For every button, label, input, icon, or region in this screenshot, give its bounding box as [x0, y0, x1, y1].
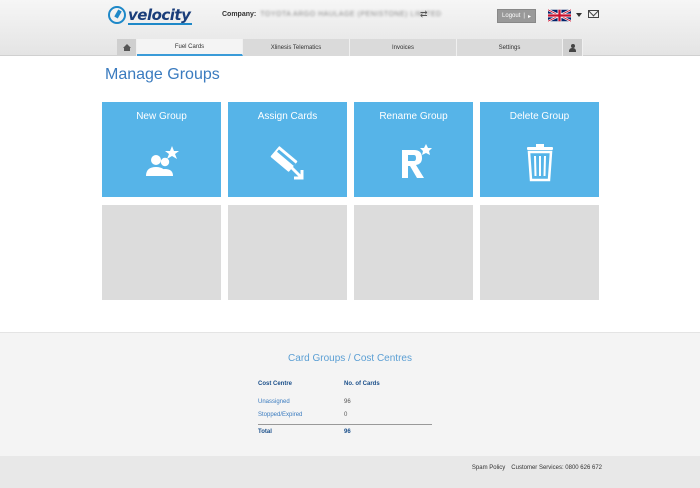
- tab-fuel-cards[interactable]: Fuel Cards: [137, 39, 243, 56]
- col-cost-centre: Cost Centre: [258, 380, 293, 387]
- total-label: Total: [258, 429, 272, 435]
- uk-flag-icon[interactable]: [548, 9, 571, 22]
- tab-telematics[interactable]: Xlinesis Telematics: [243, 39, 350, 56]
- velocity-logo[interactable]: velocity: [108, 4, 192, 26]
- page-title: Manage Groups: [105, 66, 220, 83]
- language-caret-icon[interactable]: [576, 13, 582, 17]
- new-group-tile[interactable]: New Group: [102, 102, 221, 197]
- empty-tile: [102, 205, 221, 300]
- swap-company-icon[interactable]: ⇄: [420, 9, 428, 20]
- table-row: Unassigned 96: [258, 395, 432, 408]
- summary-section: Card Groups / Cost Centres Cost Centre N…: [0, 332, 700, 456]
- r-star-icon: [401, 144, 432, 178]
- cost-centre-link[interactable]: Unassigned: [258, 399, 344, 405]
- assign-cards-tile[interactable]: Assign Cards: [228, 102, 347, 197]
- logout-label: Logout: [502, 13, 521, 19]
- tab-label: Invoices: [391, 44, 414, 51]
- footer-links: Spam Policy Customer Services: 0800 626 …: [472, 465, 602, 471]
- customer-services-text: Customer Services: 0800 626 672: [511, 465, 602, 471]
- main-nav: Fuel Cards Xlinesis Telematics Invoices …: [117, 39, 583, 56]
- table-row: Stopped/Expired 0: [258, 408, 432, 421]
- summary-title: Card Groups / Cost Centres: [288, 353, 412, 364]
- company-label: Company:: [222, 11, 257, 18]
- tab-label: Settings: [498, 44, 521, 51]
- rename-group-tile[interactable]: Rename Group: [354, 102, 473, 197]
- card-count: 0: [344, 411, 348, 418]
- top-header: velocity Company: TOYOTA ARGO HAULAGE (P…: [0, 0, 700, 56]
- cost-centre-table: Cost Centre No. of Cards Unassigned 96 S…: [258, 377, 432, 437]
- card-arrow-icon: [270, 146, 303, 180]
- tile-label: Assign Cards: [257, 111, 318, 122]
- company-name: TOYOTA ARGO HAULAGE (PENISTONE) LIMITED: [260, 11, 442, 18]
- users-star-icon: [145, 146, 179, 176]
- tile-label: Delete Group: [509, 111, 570, 122]
- cost-centre-link[interactable]: Stopped/Expired: [258, 412, 344, 418]
- page-footer: Spam Policy Customer Services: 0800 626 …: [0, 456, 700, 488]
- logo-underline: [128, 23, 192, 25]
- table-total-row: Total 96: [258, 424, 432, 437]
- mail-icon[interactable]: [588, 10, 599, 18]
- velocity-logo-icon: [108, 6, 126, 24]
- empty-tile: [480, 205, 599, 300]
- group-actions-grid: New Group Assign Cards Rename Group Dele…: [102, 102, 599, 300]
- col-num-cards: No. of Cards: [344, 380, 380, 387]
- delete-group-tile[interactable]: Delete Group: [480, 102, 599, 197]
- logout-arrow-icon: ▸: [527, 13, 531, 20]
- tile-label: Rename Group: [379, 111, 448, 122]
- tab-label: Xlinesis Telematics: [270, 44, 322, 51]
- tab-label: Fuel Cards: [174, 43, 205, 50]
- user-icon: [569, 43, 576, 52]
- nav-home[interactable]: [117, 39, 137, 56]
- empty-tile: [354, 205, 473, 300]
- total-count: 96: [344, 429, 351, 435]
- table-header: Cost Centre No. of Cards: [258, 377, 432, 390]
- trash-icon: [526, 144, 553, 182]
- logout-separator: |: [523, 13, 525, 19]
- tab-invoices[interactable]: Invoices: [350, 39, 457, 56]
- logo-text: velocity: [128, 6, 191, 24]
- spam-policy-link[interactable]: Spam Policy: [472, 465, 505, 471]
- empty-tile: [228, 205, 347, 300]
- tile-label: New Group: [136, 111, 187, 122]
- tab-settings[interactable]: Settings: [457, 39, 563, 56]
- company-info: Company: TOYOTA ARGO HAULAGE (PENISTONE)…: [222, 11, 442, 18]
- card-count: 96: [344, 398, 351, 405]
- nav-user[interactable]: [563, 39, 583, 56]
- logout-button[interactable]: Logout | ▸: [497, 9, 536, 23]
- home-icon: [122, 44, 131, 51]
